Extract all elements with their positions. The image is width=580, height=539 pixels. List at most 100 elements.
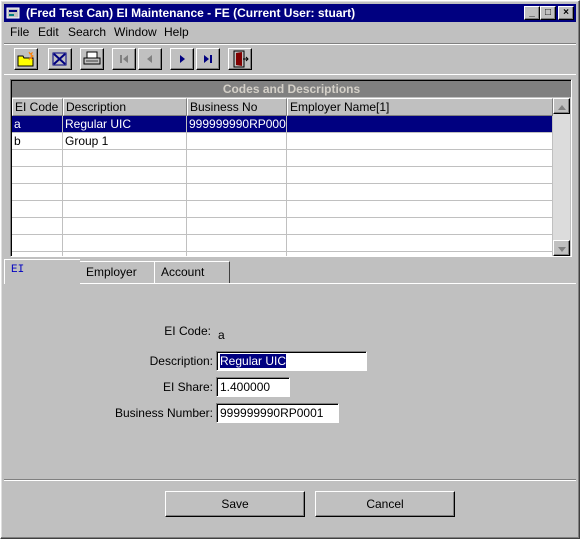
app-window: (Fred Test Can) EI Maintenance - FE (Cur… xyxy=(0,0,580,539)
tab-employer[interactable]: Employer xyxy=(79,261,155,283)
empty-row[interactable] xyxy=(12,235,553,252)
last-record-button[interactable] xyxy=(196,48,220,70)
empty-cell xyxy=(187,150,287,167)
empty-row[interactable] xyxy=(12,167,553,184)
next-record-icon xyxy=(176,53,188,65)
menu-help[interactable]: Help xyxy=(161,24,192,40)
title-bar[interactable]: (Fred Test Can) EI Maintenance - FE (Cur… xyxy=(4,4,576,22)
button-bar: Save Cancel xyxy=(4,479,576,536)
empty-row[interactable] xyxy=(12,201,553,218)
exit-button[interactable] xyxy=(228,48,252,70)
minimize-button[interactable]: _ xyxy=(524,6,540,20)
empty-cell xyxy=(287,235,553,252)
cell-ei-code: a xyxy=(12,116,63,133)
column-header-description[interactable]: Description xyxy=(63,98,187,116)
cell-ei-code: b xyxy=(12,133,63,150)
delete-button[interactable] xyxy=(48,48,72,70)
arrow-down-icon xyxy=(557,241,566,255)
window-title: (Fred Test Can) EI Maintenance - FE (Cur… xyxy=(26,6,356,20)
previous-record-button[interactable] xyxy=(138,48,162,70)
empty-cell xyxy=(12,167,63,184)
menu-file[interactable]: File xyxy=(7,24,32,40)
empty-cell xyxy=(12,252,63,256)
empty-cell xyxy=(287,218,553,235)
cell-description: Group 1 xyxy=(63,133,187,150)
empty-row[interactable] xyxy=(12,218,553,235)
empty-cell xyxy=(187,218,287,235)
codes-grid[interactable]: EI Code Description Business No Employer… xyxy=(12,98,553,256)
empty-cell xyxy=(187,252,287,256)
next-record-button[interactable] xyxy=(170,48,194,70)
empty-row[interactable] xyxy=(12,252,553,256)
cell-business-no xyxy=(187,133,287,150)
ei-code-label: EI Code: xyxy=(164,324,211,338)
tab-account[interactable]: Account xyxy=(154,261,230,283)
empty-cell xyxy=(12,184,63,201)
empty-cell xyxy=(63,252,187,256)
business-number-label: Business Number: xyxy=(114,406,213,420)
maximize-button[interactable]: □ xyxy=(540,6,556,20)
print-icon xyxy=(83,51,101,67)
empty-cell xyxy=(63,218,187,235)
description-label: Description: xyxy=(149,354,213,368)
empty-cell xyxy=(12,150,63,167)
menu-window[interactable]: Window xyxy=(111,24,160,40)
empty-row[interactable] xyxy=(12,150,553,167)
print-button[interactable] xyxy=(80,48,104,70)
tab-ei[interactable]: EI xyxy=(4,259,80,284)
scroll-down-button[interactable] xyxy=(553,240,570,256)
business-number-field[interactable]: 999999990RP0001 xyxy=(216,403,339,423)
description-value: Regular UIC xyxy=(220,354,287,368)
empty-cell xyxy=(287,184,553,201)
empty-cell xyxy=(287,167,553,184)
close-icon: × xyxy=(563,7,569,18)
cell-description: Regular UIC xyxy=(63,116,187,133)
ei-share-field[interactable]: 1.400000 xyxy=(216,377,290,397)
empty-cell xyxy=(287,150,553,167)
first-record-button[interactable] xyxy=(112,48,136,70)
table-row[interactable]: a Regular UIC 999999990RP0001 xyxy=(12,116,553,133)
empty-cell xyxy=(187,201,287,218)
save-button[interactable]: Save xyxy=(165,491,305,517)
cancel-button[interactable]: Cancel xyxy=(315,491,455,517)
empty-cell xyxy=(187,167,287,184)
menu-edit[interactable]: Edit xyxy=(35,24,62,40)
maximize-icon: □ xyxy=(544,7,552,18)
minimize-icon: _ xyxy=(529,7,535,18)
ei-code-value: a xyxy=(218,328,225,342)
exit-icon xyxy=(231,50,249,68)
delete-icon xyxy=(51,51,69,67)
cell-employer-name xyxy=(287,133,553,150)
new-button[interactable] xyxy=(14,48,38,70)
empty-cell xyxy=(12,201,63,218)
codes-grid-panel: Codes and Descriptions EI Code Descripti… xyxy=(10,79,572,257)
first-record-icon xyxy=(118,53,130,65)
menu-search[interactable]: Search xyxy=(65,24,109,40)
empty-cell xyxy=(287,252,553,256)
description-field[interactable]: Regular UIC xyxy=(216,351,367,371)
cell-business-no: 999999990RP0001 xyxy=(187,116,287,133)
empty-cell xyxy=(63,167,187,184)
tab-strip: EI Employer Account xyxy=(4,259,576,284)
table-row[interactable]: b Group 1 xyxy=(12,133,553,150)
column-header-employer-name[interactable]: Employer Name[1] xyxy=(287,98,553,116)
menu-bar: File Edit Search Window Help xyxy=(4,23,576,41)
last-record-icon xyxy=(202,53,214,65)
scroll-up-button[interactable] xyxy=(553,98,570,114)
empty-cell xyxy=(187,184,287,201)
previous-record-icon xyxy=(144,53,156,65)
cell-employer-name xyxy=(287,116,553,133)
empty-cell xyxy=(63,184,187,201)
new-folder-icon xyxy=(17,51,35,67)
column-header-ei-code[interactable]: EI Code xyxy=(12,98,63,116)
empty-cell xyxy=(63,235,187,252)
empty-row[interactable] xyxy=(12,184,553,201)
ei-share-label: EI Share: xyxy=(162,380,213,394)
grid-scrollbar[interactable] xyxy=(553,98,570,256)
close-button[interactable]: × xyxy=(558,6,574,20)
toolbar xyxy=(4,43,576,75)
column-header-business-no[interactable]: Business No xyxy=(187,98,287,116)
empty-cell xyxy=(287,201,553,218)
grid-caption: Codes and Descriptions xyxy=(12,81,571,97)
app-icon xyxy=(6,6,20,20)
